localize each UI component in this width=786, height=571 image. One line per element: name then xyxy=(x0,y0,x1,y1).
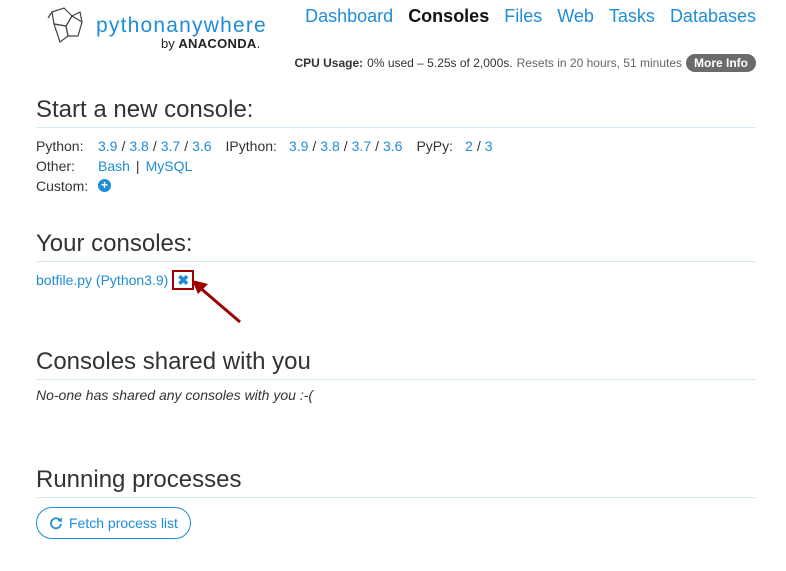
pythonanywhere-logo[interactable]: pythonanywhere by ANACONDA. xyxy=(46,6,286,56)
shared-consoles-section: Consoles shared with you No-one has shar… xyxy=(36,348,756,403)
pypy-label: PyPy: xyxy=(416,138,454,154)
shared-empty-message: No-one has shared any consoles with you … xyxy=(36,387,314,403)
python-3.6-link[interactable]: 3.6 xyxy=(192,136,211,156)
nav-web[interactable]: Web xyxy=(557,6,594,27)
logo-byline: by ANACONDA. xyxy=(161,36,261,51)
cpu-usage-value: 0% used – 5.25s of 2,000s. xyxy=(367,56,513,70)
ipython-3.7-link[interactable]: 3.7 xyxy=(352,136,371,156)
start-console-heading: Start a new console: xyxy=(36,96,756,128)
start-console-section: Start a new console: Python: 3.9/ 3.8/ 3… xyxy=(36,96,756,196)
bash-link[interactable]: Bash xyxy=(98,156,130,176)
nav-databases[interactable]: Databases xyxy=(670,6,756,27)
nav-files[interactable]: Files xyxy=(504,6,542,27)
other-row: Other: Bash | MySQL xyxy=(36,156,193,176)
nav-tasks[interactable]: Tasks xyxy=(609,6,655,27)
pypy-3-link[interactable]: 3 xyxy=(485,136,493,156)
pypy-2-link[interactable]: 2 xyxy=(465,136,473,156)
custom-row: Custom: + xyxy=(36,176,756,196)
python-3.8-link[interactable]: 3.8 xyxy=(129,136,148,156)
nav-consoles[interactable]: Consoles xyxy=(408,6,489,27)
shared-consoles-heading: Consoles shared with you xyxy=(36,348,756,380)
python-3.9-link[interactable]: 3.9 xyxy=(98,136,117,156)
refresh-icon xyxy=(50,517,62,530)
other-label: Other: xyxy=(36,158,75,174)
logo-wordmark: pythonanywhere xyxy=(96,14,267,37)
cpu-usage-bar: CPU Usage: 0% used – 5.25s of 2,000s. Re… xyxy=(294,54,756,72)
running-processes-heading: Running processes xyxy=(36,466,756,498)
python-label: Python: xyxy=(36,138,84,154)
mysql-link[interactable]: MySQL xyxy=(146,156,193,176)
fetch-process-list-label: Fetch process list xyxy=(69,515,178,531)
ipython-3.8-link[interactable]: 3.8 xyxy=(320,136,339,156)
main-nav: Dashboard Consoles Files Web Tasks Datab… xyxy=(305,6,756,27)
ipython-3.6-link[interactable]: 3.6 xyxy=(383,136,402,156)
snake-logo-icon xyxy=(47,7,83,43)
custom-label: Custom: xyxy=(36,178,89,194)
running-processes-section: Running processes Fetch process list xyxy=(36,466,756,539)
plus-circle-icon[interactable]: + xyxy=(98,179,111,192)
more-info-button[interactable]: More Info xyxy=(686,54,756,72)
ipython-3.9-link[interactable]: 3.9 xyxy=(289,136,308,156)
cpu-usage-label: CPU Usage: xyxy=(294,56,364,70)
your-consoles-heading: Your consoles: xyxy=(36,230,756,262)
cpu-reset-text: Resets in 20 hours, 51 minutes xyxy=(516,56,682,70)
arrow-annotation-icon xyxy=(192,280,241,324)
list-item: botfile.py (Python3.9) ✖ xyxy=(36,270,756,290)
python-row: Python: 3.9/ 3.8/ 3.7/ 3.6 IPython: 3.9/… xyxy=(36,136,493,156)
console-link[interactable]: botfile.py (Python3.9) xyxy=(36,272,168,288)
your-consoles-section: Your consoles: botfile.py (Python3.9) ✖ xyxy=(36,230,756,290)
ipython-label: IPython: xyxy=(225,138,277,154)
fetch-process-list-button[interactable]: Fetch process list xyxy=(36,507,191,539)
python-3.7-link[interactable]: 3.7 xyxy=(161,136,180,156)
nav-dashboard[interactable]: Dashboard xyxy=(305,6,393,27)
